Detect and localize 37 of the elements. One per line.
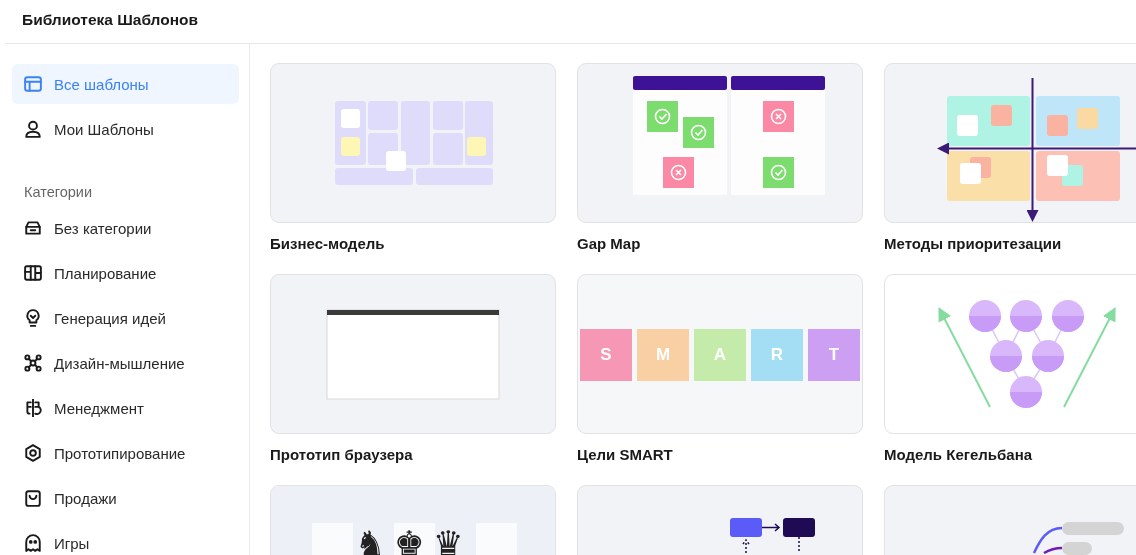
template-title[interactable]: Цели SMART <box>577 446 863 464</box>
sidebar-item[interactable]: Мои Шаблоны <box>12 109 239 149</box>
template-preview[interactable] <box>577 63 863 223</box>
chess-piece: ♛ <box>433 526 463 555</box>
sidebar-item[interactable]: Прототипирование <box>12 433 239 473</box>
network-icon <box>24 354 42 372</box>
sidebar-item[interactable]: Без категории <box>12 208 239 248</box>
template-title[interactable]: Методы приоритезации <box>884 235 1136 253</box>
chess-piece: ♚ <box>394 526 424 555</box>
sidebar-item[interactable]: Менеджмент <box>12 388 239 428</box>
sidebar-item[interactable]: Игры <box>12 523 239 555</box>
board-icon <box>24 264 42 282</box>
template-title[interactable]: Gap Map <box>577 235 863 253</box>
hexagon-icon <box>24 444 42 462</box>
sidebar-item[interactable]: Продажи <box>12 478 239 518</box>
user-icon <box>24 120 42 138</box>
section-heading: Категории <box>24 184 93 200</box>
sidebar-item[interactable]: Дизайн-мышление <box>12 343 239 383</box>
bag-icon <box>24 489 42 507</box>
letter-tile: A <box>694 329 746 381</box>
letter-tile: S <box>580 329 632 381</box>
chess-piece: ♞ <box>355 526 385 555</box>
page-title: Библиотека Шаблонов <box>21 10 199 30</box>
sidebar-item[interactable]: Планирование <box>12 253 239 293</box>
letter-tile: M <box>637 329 689 381</box>
layout-icon <box>24 75 42 93</box>
sidebar-item[interactable]: Генерация идей <box>12 298 239 338</box>
template-title[interactable]: Бизнес-модель <box>270 235 556 253</box>
template-title[interactable]: Прототип браузера <box>270 446 556 464</box>
letter-tile: R <box>751 329 803 381</box>
split-icon <box>24 399 42 417</box>
template-title[interactable]: Модель Кегельбана <box>884 446 1136 464</box>
template-preview[interactable]: ♞ ♚ ♛ <box>270 485 556 555</box>
tray-icon <box>24 219 42 237</box>
lightbulb-icon <box>24 309 42 327</box>
ghost-icon <box>24 534 42 552</box>
letter-tile: T <box>808 329 860 381</box>
